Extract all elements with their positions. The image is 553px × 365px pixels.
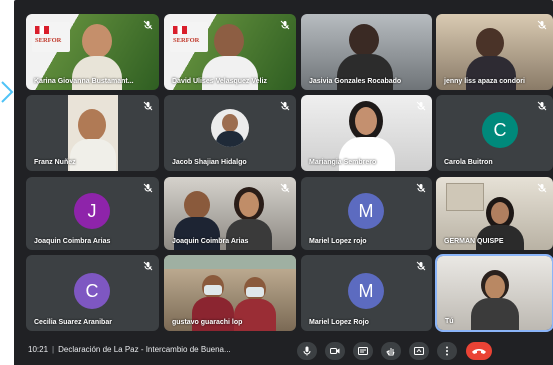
- participant-name: Tú: [445, 318, 454, 325]
- present-icon: [414, 347, 424, 355]
- meeting-title: Declaración de La Paz - Intercambio de B…: [58, 345, 231, 354]
- participant-tile[interactable]: GERMAN QUISPE: [436, 177, 553, 250]
- camera-icon: [330, 348, 340, 354]
- mic-off-icon: [143, 20, 153, 30]
- participant-tile[interactable]: jenny liss apaza condori: [436, 14, 553, 90]
- mic-off-icon: [143, 183, 153, 193]
- participant-name: Mariel Lopez Rojo: [309, 319, 369, 326]
- participant-name: jenny liss apaza condori: [444, 78, 525, 85]
- participant-tile[interactable]: Franz Nuñez: [26, 95, 159, 171]
- avatar: J: [74, 193, 110, 229]
- participant-name: Franz Nuñez: [34, 159, 76, 166]
- serfor-logo: SERFOR: [170, 22, 208, 52]
- participant-name: GERMAN QUISPE: [444, 238, 504, 245]
- mic-off-icon: [416, 183, 426, 193]
- captions-icon: [358, 347, 368, 355]
- participant-name: Joaquin Coimbra Arias: [34, 238, 111, 245]
- raise-hand-icon: [386, 348, 395, 356]
- captions-button[interactable]: [353, 342, 373, 360]
- camera-button[interactable]: [325, 342, 345, 360]
- present-button[interactable]: [409, 342, 429, 360]
- more-options-button[interactable]: [437, 342, 457, 360]
- avatar: C: [74, 273, 110, 309]
- participant-tile[interactable]: C Cecilia Suarez Aranibar: [26, 255, 159, 331]
- participant-name: Jacob Shajian Hidalgo: [172, 159, 247, 166]
- participant-name: Carola Buitron: [444, 159, 493, 166]
- avatar: C: [482, 112, 518, 148]
- avatar: M: [348, 273, 384, 309]
- raise-hand-button[interactable]: [381, 342, 401, 360]
- participant-name: Karina Giovanna Bustamant...: [34, 78, 134, 85]
- participant-tile[interactable]: SERFOR Karina Giovanna Bustamant...: [26, 14, 159, 90]
- participant-tile[interactable]: M Mariel Lopez Rojo: [301, 255, 432, 331]
- participant-tile[interactable]: SERFOR David Ulises Velasquez Veliz: [164, 14, 296, 90]
- end-call-button[interactable]: [466, 342, 492, 360]
- mic-off-icon: [537, 183, 547, 193]
- more-options-icon: [446, 346, 448, 356]
- serfor-logo: SERFOR: [32, 22, 70, 52]
- mic-off-icon: [416, 101, 426, 111]
- participant-name: Mariel Lopez rojo: [309, 238, 367, 245]
- meet-window: SERFOR Karina Giovanna Bustamant... SERF…: [14, 0, 553, 365]
- participant-tile[interactable]: Mariangia Sembrero: [301, 95, 432, 171]
- participant-tile[interactable]: M Mariel Lopez rojo: [301, 177, 432, 250]
- participant-tile[interactable]: Jasivia Gonzales Rocabado: [301, 14, 432, 90]
- meeting-toolbar: 10:21 | Declaración de La Paz - Intercambi…: [14, 336, 553, 365]
- participant-tile[interactable]: C Carola Buitron: [436, 95, 553, 171]
- meeting-details: 10:21 | Declaración de La Paz - Intercambi…: [28, 345, 231, 354]
- self-view-tile[interactable]: Tú: [435, 254, 553, 332]
- microphone-icon: [303, 346, 311, 356]
- separator: |: [52, 345, 55, 354]
- microphone-button[interactable]: [297, 342, 317, 360]
- chevron-right-icon: [1, 81, 14, 103]
- participant-tile[interactable]: Jacob Shajian Hidalgo: [164, 95, 296, 171]
- participant-name: gustavo guarachi lop: [172, 319, 243, 326]
- mic-off-icon: [416, 261, 426, 271]
- participant-grid: SERFOR Karina Giovanna Bustamant... SERF…: [14, 0, 553, 332]
- mic-off-icon: [280, 101, 290, 111]
- participant-name: Joaquin Coimbra Arias: [172, 238, 249, 245]
- mic-off-icon: [537, 20, 547, 30]
- participant-name: Cecilia Suarez Aranibar: [34, 319, 112, 326]
- meeting-time: 10:21: [28, 345, 49, 354]
- participant-tile[interactable]: gustavo guarachi lop: [164, 255, 296, 331]
- end-call-icon: [472, 349, 486, 354]
- mic-off-icon: [280, 183, 290, 193]
- participant-name: David Ulises Velasquez Veliz: [172, 78, 267, 85]
- participant-name: Jasivia Gonzales Rocabado: [309, 78, 402, 85]
- avatar: M: [348, 193, 384, 229]
- mic-off-icon: [280, 20, 290, 30]
- mic-off-icon: [537, 101, 547, 111]
- mic-off-icon: [143, 261, 153, 271]
- participant-tile[interactable]: J Joaquin Coimbra Arias: [26, 177, 159, 250]
- participant-tile[interactable]: Joaquin Coimbra Arias: [164, 177, 296, 250]
- mic-off-icon: [143, 101, 153, 111]
- participant-name: Mariangia Sembrero: [309, 159, 377, 166]
